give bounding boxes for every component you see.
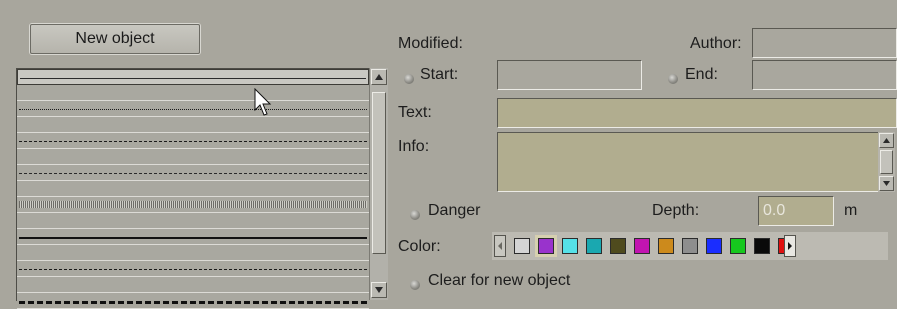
triangle-right-icon [788, 242, 792, 250]
triangle-down-icon [883, 181, 890, 186]
depth-unit: m [844, 202, 858, 219]
depth-field[interactable]: 0.0 [758, 196, 834, 226]
color-palette[interactable] [492, 232, 888, 260]
end-field[interactable] [752, 60, 897, 90]
list-scrollbar[interactable] [369, 68, 388, 300]
color-swatch-gray[interactable] [682, 238, 698, 254]
triangle-up-icon [883, 138, 890, 143]
text-field[interactable] [497, 98, 897, 128]
color-swatch-light-gray[interactable] [514, 238, 530, 254]
line-style-empty[interactable] [17, 117, 369, 133]
line-style-empty[interactable] [17, 181, 369, 197]
info-textarea[interactable] [497, 132, 879, 192]
start-radio[interactable] [404, 74, 414, 84]
author-field[interactable] [752, 28, 897, 58]
triangle-up-icon [375, 74, 383, 80]
line-style-empty[interactable] [17, 213, 369, 229]
line-style-empty[interactable] [17, 85, 369, 101]
info-scroll-down-button[interactable] [879, 176, 894, 191]
depth-label: Depth: [652, 202, 700, 219]
author-label: Author: [690, 35, 742, 52]
danger-label: Danger [428, 202, 481, 219]
color-swatch-black[interactable] [754, 238, 770, 254]
line-style-dash-dot[interactable] [17, 133, 369, 149]
color-swatch-olive[interactable] [610, 238, 626, 254]
text-label: Text: [398, 104, 432, 121]
start-field[interactable] [497, 60, 642, 90]
line-style-dash-heavy[interactable] [17, 293, 369, 309]
triangle-left-icon [498, 242, 502, 250]
info-label: Info: [398, 138, 430, 155]
color-swatch-magenta[interactable] [634, 238, 650, 254]
mouse-pointer-icon [254, 88, 272, 116]
color-swatch-purple[interactable] [538, 238, 554, 254]
triangle-down-icon [375, 287, 383, 293]
end-radio[interactable] [668, 74, 678, 84]
line-style-empty[interactable] [17, 277, 369, 293]
color-swatch-cyan[interactable] [562, 238, 578, 254]
line-style-list[interactable] [16, 68, 369, 309]
line-style-dotted[interactable] [17, 101, 369, 117]
danger-radio[interactable] [410, 210, 420, 220]
scroll-thumb[interactable] [372, 92, 386, 254]
line-style-hatched-band[interactable] [17, 197, 369, 213]
line-style-solid-thick[interactable] [17, 229, 369, 245]
line-style-empty[interactable] [17, 149, 369, 165]
clear-for-new-object-radio[interactable] [410, 280, 420, 290]
modified-label: Modified: [398, 35, 463, 52]
clear-for-new-object-label: Clear for new object [428, 272, 571, 289]
color-swatch-green[interactable] [730, 238, 746, 254]
line-style-short-dash[interactable] [17, 165, 369, 181]
color-swatch-teal[interactable] [586, 238, 602, 254]
start-label: Start: [420, 66, 459, 83]
line-style-empty[interactable] [17, 245, 369, 261]
color-label: Color: [398, 238, 441, 255]
info-scroll-up-button[interactable] [879, 133, 894, 148]
line-style-solid-thin[interactable] [17, 69, 369, 85]
info-scroll-thumb[interactable] [880, 150, 893, 174]
scroll-up-button[interactable] [371, 69, 387, 85]
palette-scroll-right[interactable] [784, 235, 796, 257]
line-style-long-dash[interactable] [17, 261, 369, 277]
color-swatch-orange[interactable] [658, 238, 674, 254]
new-object-button[interactable]: New object [30, 24, 200, 54]
scroll-down-button[interactable] [371, 282, 387, 298]
color-swatch-blue[interactable] [706, 238, 722, 254]
palette-scroll-left[interactable] [494, 235, 506, 257]
end-label: End: [685, 66, 718, 83]
info-scrollbar[interactable] [878, 132, 895, 192]
